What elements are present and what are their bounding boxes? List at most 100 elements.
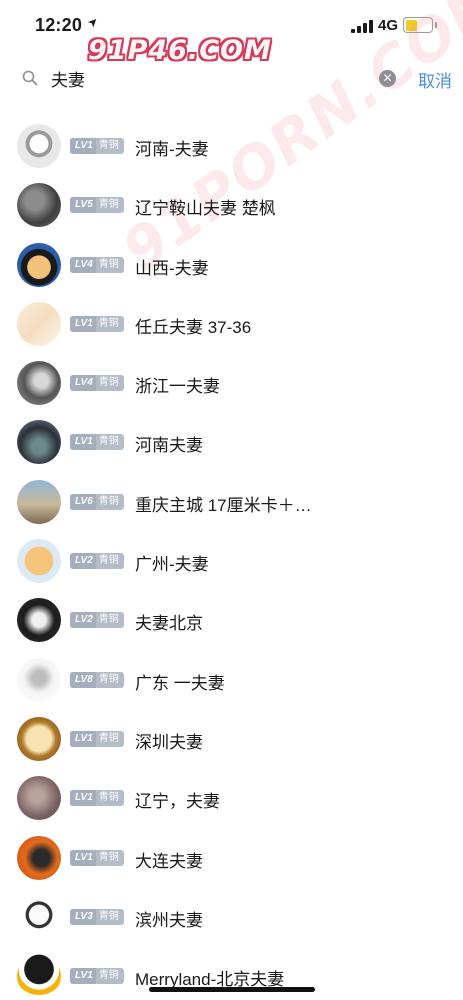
user-name: 广东 一夫妻 xyxy=(135,673,225,693)
user-name: 任丘夫妻 37-36 xyxy=(135,317,252,337)
level-badge: LV8 青铜 xyxy=(70,671,124,688)
level-badge: LV2 青铜 xyxy=(70,553,124,570)
rank-label: 青铜 xyxy=(98,495,119,507)
user-list-item[interactable]: LV5 青铜 辽宁鞍山夫妻 楚枫 xyxy=(0,176,463,235)
legs-photo-avatar[interactable] xyxy=(17,301,61,346)
battery-icon xyxy=(403,17,433,33)
level-badge: LV1 青铜 xyxy=(70,315,124,332)
watch-photo-avatar[interactable] xyxy=(17,420,61,465)
user-list-item[interactable]: LV1 青铜 深圳夫妻 xyxy=(0,710,463,769)
rank-label: 青铜 xyxy=(98,436,119,448)
bw-photo-avatar[interactable] xyxy=(17,657,61,702)
bald-cartoon-avatar[interactable] xyxy=(17,539,61,584)
orange-car-avatar[interactable] xyxy=(17,835,61,880)
user-list-item[interactable]: LV1 青铜 河南-夫妻 xyxy=(0,117,463,176)
rank-label: 青铜 xyxy=(98,555,119,567)
user-name: 河南夫妻 xyxy=(135,436,203,456)
rank-label: 青铜 xyxy=(98,140,119,151)
user-list-item[interactable]: LV4 青铜 浙江一夫妻 xyxy=(0,354,463,413)
level-badge: LV1 青铜 xyxy=(70,730,124,747)
level-badge: LV4 青铜 xyxy=(70,256,124,273)
rank-label: 青铜 xyxy=(98,199,119,211)
user-name: 大连夫妻 xyxy=(135,851,203,871)
clear-icon[interactable]: ✕ xyxy=(379,70,396,87)
level-label: LV8 xyxy=(70,671,96,688)
rank-label: 青铜 xyxy=(98,910,119,922)
meme-face-avatar[interactable] xyxy=(17,894,61,939)
level-label: LV2 xyxy=(70,612,96,629)
level-badge: LV5 青铜 xyxy=(70,197,124,214)
search-input[interactable] xyxy=(51,66,371,90)
user-list-item[interactable]: LV6 青铜 重庆主城 17厘米卡＋… xyxy=(0,473,463,532)
user-list-item[interactable]: LV3 青铜 滨州夫妻 xyxy=(0,888,463,947)
user-name: 重庆主城 17厘米卡＋… xyxy=(135,495,312,515)
level-badge: LV3 青铜 xyxy=(70,908,124,925)
rank-label: 青铜 xyxy=(98,851,119,863)
sketch-face-avatar[interactable] xyxy=(17,124,61,168)
level-label: LV1 xyxy=(70,849,96,866)
muted-photo-avatar[interactable] xyxy=(17,776,61,821)
level-label: LV1 xyxy=(70,315,96,332)
status-time: 12:20 xyxy=(35,15,83,35)
user-list-item[interactable]: LV2 青铜 夫妻北京 xyxy=(0,591,463,650)
rank-label: 青铜 xyxy=(98,673,119,685)
level-label: LV1 xyxy=(70,730,96,747)
level-label: LV3 xyxy=(70,908,96,925)
user-list-item[interactable]: LV2 青铜 广州-夫妻 xyxy=(0,532,463,591)
hand-gesture-avatar[interactable] xyxy=(17,598,61,643)
user-list-item[interactable]: LV1 青铜 辽宁，夫妻 xyxy=(0,769,463,828)
level-label: LV1 xyxy=(70,138,96,154)
beach-photo-avatar[interactable] xyxy=(17,479,61,524)
man-photo-avatar[interactable] xyxy=(17,361,61,406)
rank-label: 青铜 xyxy=(98,792,119,804)
penguin-avatar[interactable] xyxy=(17,954,61,999)
level-label: LV4 xyxy=(70,256,96,273)
user-name: 滨州夫妻 xyxy=(135,910,203,930)
home-indicator xyxy=(149,987,315,992)
network-type: 4G xyxy=(378,17,399,34)
level-label: LV4 xyxy=(70,375,96,392)
rank-label: 青铜 xyxy=(98,258,119,270)
user-name: 河南-夫妻 xyxy=(135,140,209,159)
user-name: 夫妻北京 xyxy=(135,614,203,634)
user-list-item[interactable]: LV8 青铜 广东 一夫妻 xyxy=(0,651,463,710)
user-list-item[interactable]: LV1 青铜 大连夫妻 xyxy=(0,829,463,888)
level-badge: LV6 青铜 xyxy=(70,493,124,510)
level-badge: LV1 青铜 xyxy=(70,790,124,807)
user-name: 辽宁鞍山夫妻 楚枫 xyxy=(135,199,276,219)
search-bar: ✕ 取消 xyxy=(0,58,463,98)
search-icon xyxy=(22,70,38,86)
level-badge: LV2 青铜 xyxy=(70,612,124,629)
rank-label: 青铜 xyxy=(98,377,119,389)
rank-label: 青铜 xyxy=(98,317,119,329)
rank-label: 青铜 xyxy=(98,614,119,626)
user-list: LV1 青铜 河南-夫妻 LV5 青铜 辽宁鞍山夫妻 楚枫 LV4 青铜 山西-夫妻 LV1 青铜任… xyxy=(0,117,463,1000)
rank-label: 青铜 xyxy=(98,970,119,982)
level-badge: LV1 青铜 xyxy=(70,434,124,451)
level-label: LV1 xyxy=(70,434,96,451)
user-name: 广州-夫妻 xyxy=(135,555,209,575)
rank-label: 青铜 xyxy=(98,732,119,744)
user-name: 辽宁，夫妻 xyxy=(135,792,220,812)
user-name: 山西-夫妻 xyxy=(135,258,209,278)
user-list-item[interactable]: LV1 青铜 河南夫妻 xyxy=(0,413,463,472)
cancel-button[interactable]: 取消 xyxy=(418,67,452,92)
level-label: LV2 xyxy=(70,553,96,570)
signal-strength-icon xyxy=(351,20,373,33)
user-name: 深圳夫妻 xyxy=(135,732,203,752)
level-label: LV6 xyxy=(70,493,96,510)
level-label: LV5 xyxy=(70,197,96,214)
level-badge: LV1 青铜 xyxy=(70,849,124,866)
clock-avatar[interactable] xyxy=(17,716,61,761)
level-label: LV1 xyxy=(70,790,96,807)
location-arrow-icon: ➤ xyxy=(84,13,102,31)
user-list-item[interactable]: LV1 青铜 任丘夫妻 37-36 xyxy=(0,295,463,354)
user-name: 浙江一夫妻 xyxy=(135,377,220,397)
dark-photo-avatar[interactable] xyxy=(17,183,61,228)
user-list-item[interactable]: LV1 青铜 Merryland-北京夫妻 xyxy=(0,947,463,1000)
level-badge: LV1 青铜 xyxy=(70,138,124,154)
level-label: LV1 xyxy=(70,968,96,985)
cartoon-face-avatar[interactable] xyxy=(17,242,61,287)
user-list-item[interactable]: LV4 青铜 山西-夫妻 xyxy=(0,236,463,295)
level-badge: LV1 青铜 xyxy=(70,968,124,985)
